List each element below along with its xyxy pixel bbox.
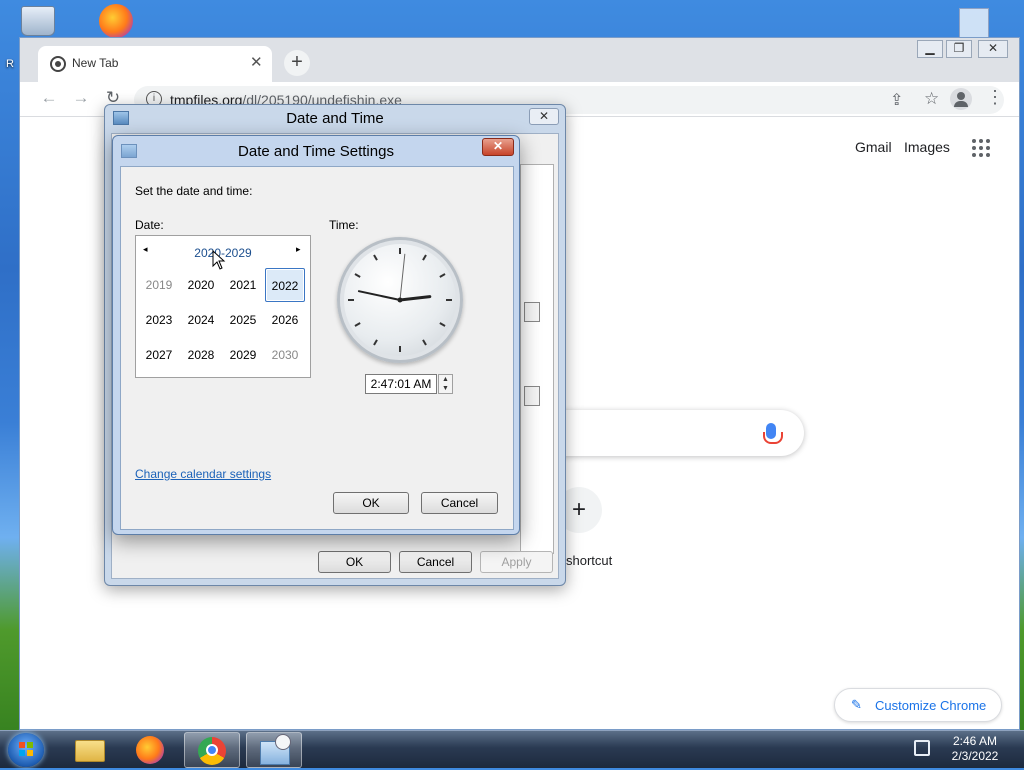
microphone-icon[interactable] bbox=[763, 423, 783, 444]
customize-chrome-button[interactable]: ✎ Customize Chrome bbox=[834, 688, 1002, 722]
chrome-menu-icon[interactable]: ⋮ bbox=[986, 87, 1004, 108]
profile-avatar-icon[interactable] bbox=[950, 88, 972, 110]
time-spinner[interactable]: ▲ ▼ bbox=[438, 374, 453, 394]
network-icon[interactable] bbox=[914, 740, 930, 756]
calendar-year-2026[interactable]: 2026 bbox=[265, 303, 305, 337]
calendar-year-2023[interactable]: 2023 bbox=[139, 303, 179, 337]
calendar-year-2029[interactable]: 2029 bbox=[223, 338, 263, 372]
calendar-year-2030[interactable]: 2030 bbox=[265, 338, 305, 372]
restore-button[interactable]: ❐ bbox=[946, 40, 972, 58]
second-hand bbox=[399, 253, 406, 301]
clock-tick bbox=[439, 273, 446, 278]
clock-face bbox=[348, 248, 452, 352]
settings-cancel-button[interactable]: Cancel bbox=[421, 492, 498, 514]
back-icon[interactable]: ← bbox=[38, 88, 60, 110]
recycle-bin-icon[interactable] bbox=[14, 6, 62, 36]
windows-logo-icon bbox=[19, 742, 33, 756]
tab-panel-edge bbox=[520, 164, 554, 554]
calendar-year-grid: 2019 2020 2021 2022 2023 2024 2025 2026 2027 2028… bbox=[139, 268, 307, 372]
outer-cancel-button[interactable]: Cancel bbox=[399, 551, 472, 573]
calendar-year-2028[interactable]: 2028 bbox=[181, 338, 221, 372]
spin-up-icon[interactable]: ▲ bbox=[439, 375, 452, 384]
google-apps-icon[interactable] bbox=[972, 139, 990, 157]
forward-icon[interactable]: → bbox=[70, 88, 92, 110]
hour-hand bbox=[398, 295, 432, 302]
calendar-next-arrow-icon[interactable]: ▸ bbox=[296, 244, 301, 255]
pencil-icon: ✎ bbox=[851, 697, 862, 712]
change-date-button-edge[interactable] bbox=[524, 302, 540, 322]
calendar-year-2021[interactable]: 2021 bbox=[223, 268, 263, 302]
chrome-favicon-icon bbox=[50, 56, 66, 72]
chrome-icon bbox=[198, 737, 226, 765]
calendar-year-2019[interactable]: 2019 bbox=[139, 268, 179, 302]
clock-tick bbox=[354, 322, 361, 327]
add-shortcut-label: shortcut bbox=[566, 553, 613, 568]
taskbar-firefox[interactable] bbox=[123, 732, 179, 768]
change-timezone-button-edge[interactable] bbox=[524, 386, 540, 406]
taskbar-explorer[interactable] bbox=[62, 732, 118, 768]
close-window-button[interactable]: ✕ bbox=[978, 40, 1008, 58]
calendar-year-2027[interactable]: 2027 bbox=[139, 338, 179, 372]
gmail-link[interactable]: Gmail bbox=[855, 139, 892, 155]
mouse-cursor-icon bbox=[212, 250, 226, 270]
tab-title: New Tab bbox=[72, 56, 119, 70]
tab-strip: New Tab ✕ + ▁ ❐ ✕ bbox=[20, 38, 1019, 82]
calendar-year-2024[interactable]: 2024 bbox=[181, 303, 221, 337]
spin-down-icon[interactable]: ▼ bbox=[439, 384, 452, 393]
date-time-settings-dialog: Date and Time Settings ✕ Set the date an… bbox=[112, 135, 520, 535]
start-button[interactable] bbox=[8, 733, 44, 767]
settings-dialog-title: Date and Time Settings bbox=[238, 143, 394, 160]
clock-tick bbox=[373, 254, 378, 261]
clock-tick bbox=[422, 339, 427, 346]
outer-ok-button[interactable]: OK bbox=[318, 551, 391, 573]
outer-apply-button[interactable]: Apply bbox=[480, 551, 553, 573]
taskbar-date-time[interactable] bbox=[246, 732, 302, 768]
taskbar-clock[interactable]: 2:46 AM 2/3/2022 bbox=[940, 734, 1010, 764]
tab-close-icon[interactable]: ✕ bbox=[250, 53, 263, 71]
analog-clock bbox=[337, 237, 463, 363]
clock-tick bbox=[354, 273, 361, 278]
folder-icon bbox=[75, 740, 105, 762]
settings-body: Set the date and time: Date: Time: ◂ 202… bbox=[120, 166, 514, 530]
calendar-year-2025[interactable]: 2025 bbox=[223, 303, 263, 337]
taskbar: 2:46 AM 2/3/2022 bbox=[0, 730, 1024, 768]
clock-tick bbox=[439, 322, 446, 327]
taskbar-date: 2/3/2022 bbox=[951, 749, 999, 763]
new-tab-button[interactable]: + bbox=[284, 50, 310, 76]
calendar-decade-view[interactable]: ◂ 2020-2029 ▸ 2019 2020 2021 2022 2023 2024 20… bbox=[135, 235, 311, 378]
tab-new-tab[interactable]: New Tab ✕ bbox=[38, 46, 272, 82]
calendar-year-2020[interactable]: 2020 bbox=[181, 268, 221, 302]
clock-center bbox=[397, 297, 403, 303]
share-icon[interactable]: ⇪ bbox=[890, 90, 903, 110]
taskbar-chrome[interactable] bbox=[184, 732, 240, 768]
firefox-icon bbox=[136, 736, 164, 764]
dialog-close-button[interactable]: ✕ bbox=[529, 108, 559, 125]
time-label: Time: bbox=[329, 218, 359, 232]
desktop-icon-label-r: R bbox=[6, 58, 14, 70]
bookmark-star-icon[interactable]: ☆ bbox=[924, 89, 939, 109]
set-date-time-label: Set the date and time: bbox=[135, 184, 253, 198]
settings-ok-button[interactable]: OK bbox=[333, 492, 409, 514]
calendar-year-2022[interactable]: 2022 bbox=[265, 268, 305, 302]
time-input[interactable]: 2:47:01 AM bbox=[365, 374, 437, 394]
images-link[interactable]: Images bbox=[904, 139, 950, 155]
taskbar-time: 2:46 AM bbox=[952, 734, 998, 748]
customize-chrome-label: Customize Chrome bbox=[875, 698, 987, 713]
minimize-button[interactable]: ▁ bbox=[917, 40, 943, 58]
settings-close-button[interactable]: ✕ bbox=[482, 138, 514, 156]
clock-tick bbox=[373, 339, 378, 346]
change-calendar-settings-link[interactable]: Change calendar settings bbox=[135, 467, 271, 481]
firefox-desktop-icon[interactable] bbox=[92, 4, 140, 38]
date-label: Date: bbox=[135, 218, 164, 232]
dialog-title: Date and Time bbox=[286, 110, 384, 127]
calendar-clock-icon bbox=[260, 734, 291, 765]
minute-hand bbox=[357, 290, 401, 301]
clock-tick bbox=[422, 254, 427, 261]
